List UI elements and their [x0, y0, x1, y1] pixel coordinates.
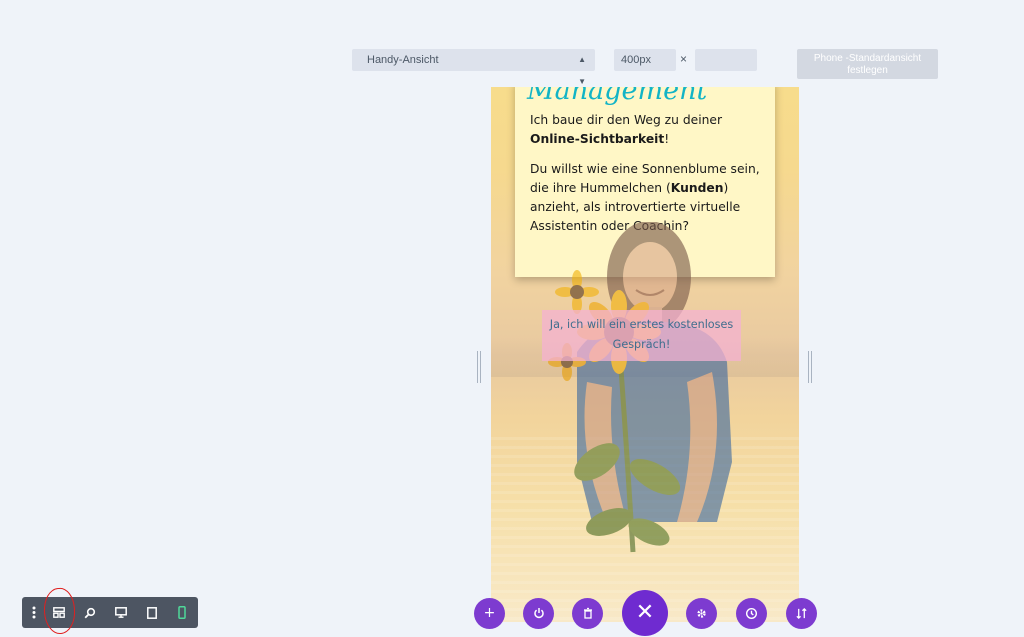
desktop-view-button[interactable] [110, 597, 132, 628]
power-icon [533, 608, 544, 619]
tablet-view-button[interactable] [141, 597, 163, 628]
sort-icon [796, 607, 807, 619]
page-heading: Management [527, 87, 708, 106]
width-input[interactable]: 400px [614, 49, 676, 71]
portability-button[interactable] [786, 598, 817, 629]
power-button[interactable] [523, 598, 554, 629]
set-default-view-button[interactable]: Phone -Standardansicht festlegen [797, 49, 938, 79]
trash-icon [583, 607, 592, 619]
more-options-button[interactable] [23, 597, 45, 628]
clock-icon [745, 607, 758, 619]
person-with-sunflower-image [548, 222, 732, 553]
add-button[interactable]: + [474, 598, 505, 629]
more-icon [32, 606, 36, 619]
delete-button[interactable] [572, 598, 603, 629]
phone-preview: Management Ich baue dir den Weg zu deine… [491, 87, 799, 622]
resize-handle-right[interactable] [807, 351, 813, 383]
gear-icon [697, 608, 706, 618]
desktop-icon [115, 607, 127, 618]
view-mode-value: Handy-Ansicht [367, 54, 439, 66]
close-button[interactable]: ✕ [622, 590, 668, 636]
resize-handle-left[interactable] [476, 351, 482, 383]
times-separator: × [680, 52, 688, 66]
zoom-button[interactable] [79, 597, 101, 628]
intro-paragraph: Ich baue dir den Weg zu deiner Online-Si… [530, 113, 723, 146]
tablet-icon [147, 606, 157, 619]
phone-view-button[interactable] [171, 597, 193, 628]
height-input[interactable] [695, 49, 757, 71]
view-mode-select[interactable]: Handy-Ansicht ▲ ▼ [352, 49, 595, 86]
history-button[interactable] [736, 598, 767, 629]
settings-button[interactable] [686, 598, 717, 629]
phone-icon [178, 606, 186, 619]
zoom-icon [84, 607, 96, 618]
cta-button[interactable]: Ja, ich will ein erstes kostenloses Gesp… [542, 310, 741, 361]
